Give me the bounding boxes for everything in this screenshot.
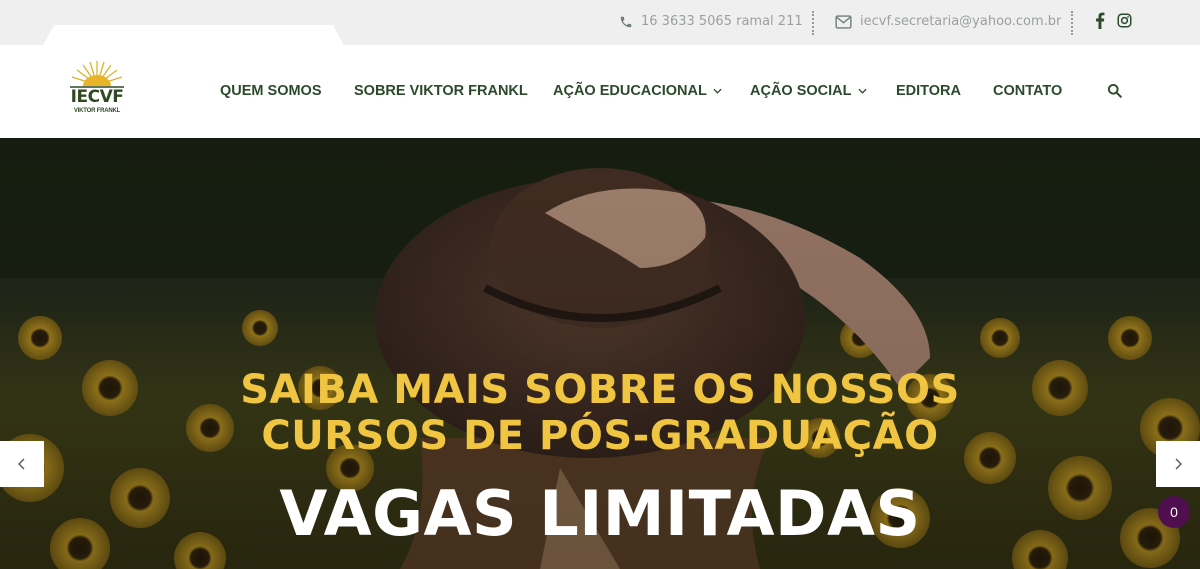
nav-label: CONTATO: [993, 83, 1063, 99]
nav-editora[interactable]: EDITORA: [896, 83, 961, 99]
chevron-down-icon: [713, 88, 722, 94]
slider-prev-button[interactable]: [0, 441, 44, 487]
instagram-icon[interactable]: [1117, 13, 1132, 28]
chevron-left-icon: [18, 458, 25, 470]
envelope-icon: [835, 14, 852, 29]
divider: [812, 11, 814, 35]
notification-badge[interactable]: 0: [1158, 496, 1190, 528]
search-button[interactable]: [1107, 83, 1122, 103]
top-bar: 16 3633 5065 ramal 211 iecvf.secretaria@…: [0, 0, 1200, 47]
nav-label: AÇÃO SOCIAL: [750, 83, 852, 99]
nav-label: EDITORA: [896, 83, 961, 99]
divider: [1071, 11, 1073, 35]
hero-title: VAGAS LIMITADAS: [279, 477, 921, 550]
nav-sobre-viktor-frankl[interactable]: SOBRE VIKTOR FRANKL: [354, 83, 528, 99]
main-nav: QUEM SOMOS SOBRE VIKTOR FRANKL AÇÃO EDUC…: [0, 45, 1200, 138]
topbar-tab-shape: [42, 25, 345, 47]
nav-contato[interactable]: CONTATO: [993, 83, 1062, 99]
hero-slider: SAIBA MAIS SOBRE OS NOSSOS CURSOS DE PÓS…: [0, 138, 1200, 569]
nav-label: AÇÃO EDUCACIONAL: [553, 83, 707, 99]
chevron-down-icon: [857, 88, 867, 94]
nav-acao-educacional[interactable]: AÇÃO EDUCACIONAL: [553, 83, 722, 99]
hero-headline-line-1: SAIBA MAIS SOBRE OS NOSSOS: [240, 367, 960, 413]
email-text: iecvf.secretaria@yahoo.com.br: [860, 14, 1062, 29]
nav-label: SOBRE VIKTOR FRANKL: [354, 83, 528, 99]
email-contact[interactable]: iecvf.secretaria@yahoo.com.br: [835, 14, 1061, 29]
search-icon: [1107, 83, 1122, 98]
nav-label: QUEM SOMOS: [220, 83, 322, 99]
facebook-icon[interactable]: [1095, 12, 1105, 29]
phone-contact[interactable]: 16 3633 5065 ramal 211: [619, 14, 803, 29]
slider-next-button[interactable]: [1156, 441, 1200, 487]
phone-icon: [620, 16, 632, 27]
social-links: [1095, 12, 1132, 29]
phone-text: 16 3633 5065 ramal 211: [641, 14, 803, 29]
hero-headline-line-2: CURSOS DE PÓS-GRADUAÇÃO: [261, 413, 939, 459]
chevron-right-icon: [1175, 458, 1182, 470]
nav-acao-social[interactable]: AÇÃO SOCIAL: [750, 83, 867, 99]
nav-quem-somos[interactable]: QUEM SOMOS: [220, 83, 322, 99]
site-header: IECVF VIKTOR FRANKL QUEM SOMOS SOBRE VIK…: [0, 45, 1200, 138]
